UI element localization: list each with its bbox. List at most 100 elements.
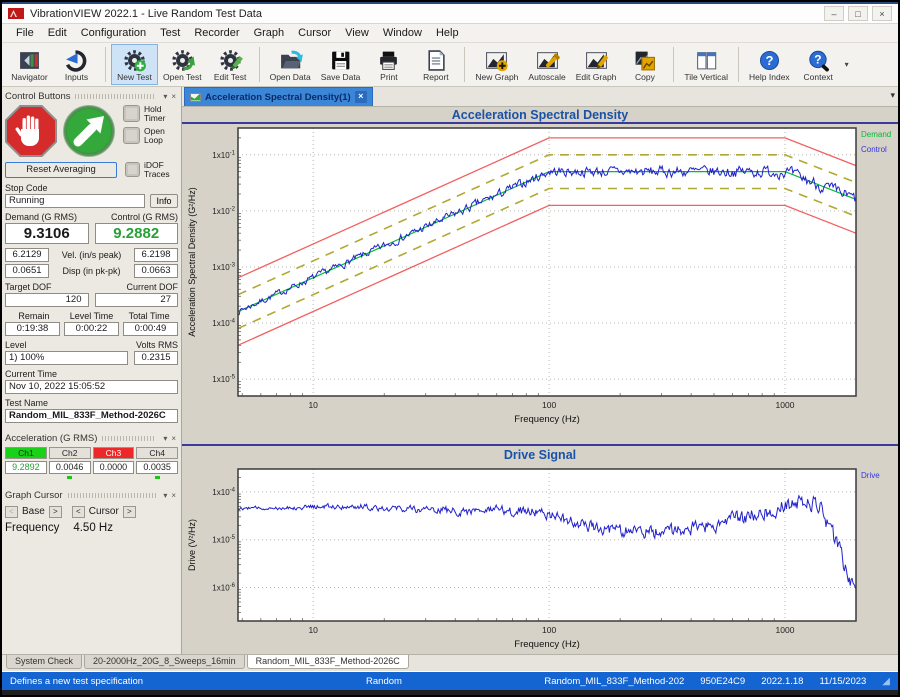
toolbar-button-label: Open Data [270,72,311,82]
idof-traces-label: iDOF Traces [144,161,178,179]
report-icon [423,48,448,72]
menu-view[interactable]: View [339,25,375,41]
info-button[interactable]: Info [150,194,178,208]
context-button[interactable]: ?Context [795,44,842,85]
report-button[interactable]: Report [412,44,459,85]
test-tab-strip: System Check20-2000Hz_20G_8_Sweeps_16min… [2,654,898,671]
menu-cursor[interactable]: Cursor [292,25,337,41]
new-test-button[interactable]: New Test [111,44,158,85]
panel-grip[interactable] [75,94,156,99]
asd-chart[interactable]: 1010010001x10-11x10-21x10-31x10-41x10-5D… [182,124,898,444]
base-prev-button[interactable]: < [5,506,18,518]
demand-value: 9.3106 [5,223,89,244]
x-tick-label: 10 [308,400,318,410]
inputs-button[interactable]: Inputs [53,44,100,85]
channel-value-ch4: 0.0035 [136,461,178,474]
channel-header-ch3[interactable]: Ch3 [93,447,135,459]
remain-value: 0:19:38 [5,322,60,336]
help-index-button[interactable]: ?Help Index [744,44,795,85]
channel-header-ch1[interactable]: Ch1 [5,447,47,459]
panel-close-icon[interactable]: × [169,434,178,443]
panel-close-icon[interactable]: × [169,491,178,500]
svg-text:?: ? [765,52,773,67]
graph-client-area: Acceleration Spectral Density(1) × ▾ Acc… [182,87,898,654]
tab-overflow-caret-icon[interactable]: ▾ [890,90,895,101]
panel-close-icon[interactable]: × [169,92,178,101]
menu-window[interactable]: Window [377,25,428,41]
panel-grip[interactable] [102,436,156,441]
toolbar-button-label: Report [423,72,449,82]
menu-file[interactable]: File [10,25,40,41]
channel-header-ch2[interactable]: Ch2 [49,447,91,459]
vel-demand-value: 6.2129 [5,248,49,262]
resize-grip-icon[interactable]: ◢ [882,676,890,687]
menu-configuration[interactable]: Configuration [75,25,152,41]
y-axis-label: Acceleration Spectral Density (G²/Hz) [187,187,197,337]
level-label: Level [5,340,27,350]
channel-indicator-ch4 [136,476,178,480]
stop-button[interactable] [5,105,57,157]
target-dof-label: Target DOF [5,282,52,292]
toolbar-separator [673,47,674,82]
menu-graph[interactable]: Graph [248,25,291,41]
base-next-button[interactable]: > [49,506,62,518]
open-loop-check[interactable]: Open Loop [123,127,178,145]
start-button[interactable] [63,105,115,157]
cursor-prev-button[interactable]: < [72,506,85,518]
menu-test[interactable]: Test [154,25,186,41]
new-test-icon [122,48,147,72]
print-button[interactable]: Print [365,44,412,85]
autoscale-button[interactable]: Autoscale [523,44,570,85]
y-axis-label: Drive (V²/Hz) [187,519,197,571]
toolbar-separator [738,47,739,82]
toolbar-button-label: Save Data [321,72,361,82]
menu-edit[interactable]: Edit [42,25,73,41]
test-tab-0[interactable]: System Check [6,655,82,669]
channel-header-ch4[interactable]: Ch4 [136,447,178,459]
hold-timer-check[interactable]: Hold Timer [123,105,178,123]
tab-close-icon[interactable]: × [355,91,367,103]
test-tab-1[interactable]: 20-2000Hz_20G_8_Sweeps_16min [84,655,245,669]
channel-value-ch3: 0.0000 [93,461,135,474]
menu-bar: FileEditConfigurationTestRecorderGraphCu… [2,24,898,43]
minimize-button[interactable]: – [824,6,844,21]
copy-button[interactable]: Copy [621,44,668,85]
maximize-button[interactable]: □ [848,6,868,21]
toolbar-button-label: New Graph [475,72,518,82]
toolbar-button-label: New Test [117,72,152,82]
panel-grip[interactable] [68,493,157,498]
drive-chart[interactable]: 1010010001x10-41x10-51x10-6DriveFrequenc… [182,463,898,658]
idof-traces-check[interactable]: iDOF Traces [125,161,178,179]
open-data-button[interactable]: Open Data [265,44,316,85]
navigator-button[interactable]: Navigator [6,44,53,85]
cursor-next-button[interactable]: > [123,506,136,518]
panel-collapse-icon[interactable]: ▾ [161,92,169,101]
panel-collapse-icon[interactable]: ▾ [161,491,169,500]
save-data-button[interactable]: Save Data [316,44,366,85]
toolbar-button-label: Open Test [163,72,202,82]
context-dropdown-caret-icon[interactable]: ▾ [842,60,852,69]
menu-recorder[interactable]: Recorder [188,25,245,41]
hold-timer-checkbox[interactable] [123,105,140,122]
test-tab-2[interactable]: Random_MIL_833F_Method-2026C [247,655,409,669]
close-button[interactable]: × [872,6,892,21]
copy-icon [632,48,657,72]
acceleration-panel-header: Acceleration (G RMS) ▾ × [5,432,178,446]
frequency-label: Frequency [5,522,59,534]
panel-collapse-icon[interactable]: ▾ [161,434,169,443]
idof-traces-checkbox[interactable] [125,162,140,177]
navigator-icon [17,48,42,72]
tab-acceleration-spectral-density[interactable]: Acceleration Spectral Density(1) × [184,87,373,106]
edit-graph-button[interactable]: Edit Graph [571,44,622,85]
stop-code-label: Stop Code [5,183,178,193]
open-loop-checkbox[interactable] [123,127,140,144]
tile-vertical-button[interactable]: Tile Vertical [679,44,733,85]
new-graph-button[interactable]: New Graph [470,44,523,85]
open-test-button[interactable]: Open Test [158,44,207,85]
x-tick-label: 10 [308,625,318,635]
menu-help[interactable]: Help [430,25,465,41]
reset-averaging-button[interactable]: Reset Averaging [5,162,117,178]
x-tick-label: 1000 [776,400,795,410]
status-test-mode: Random [324,676,444,687]
edit-test-button[interactable]: Edit Test [207,44,254,85]
